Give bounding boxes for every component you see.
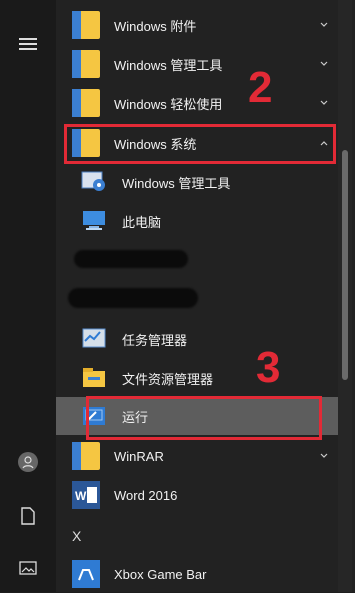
list-item-label: 此电脑	[122, 214, 162, 230]
list-item-windows-admin-tools[interactable]: Windows 管理工具	[56, 45, 338, 83]
chevron-down-icon	[320, 61, 328, 66]
list-item-label: Xbox Game Bar	[114, 566, 207, 582]
app-list: Windows 附件 Windows 管理工具 Windows 轻松使用 Win…	[56, 0, 355, 592]
redacted-item	[68, 288, 198, 308]
list-item-label: WinRAR	[114, 448, 164, 464]
list-item-label: Word 2016	[114, 487, 178, 503]
list-item-task-manager[interactable]: 任务管理器	[56, 320, 338, 358]
task-manager-icon	[82, 328, 106, 348]
list-item-windows-ease-of-access[interactable]: Windows 轻松使用	[56, 84, 338, 122]
step-number-2: 2	[248, 63, 273, 112]
folder-icon	[72, 50, 100, 78]
list-item-xbox-game-bar[interactable]: Xbox Game Bar	[56, 555, 338, 593]
list-item-file-explorer[interactable]: 文件资源管理器	[56, 359, 338, 397]
start-rail	[0, 0, 56, 592]
admin-tools-icon	[81, 171, 105, 191]
list-item-label: Windows 附件	[114, 18, 197, 34]
chevron-down-icon	[320, 453, 328, 458]
hamburger-menu-icon[interactable]	[0, 24, 56, 64]
list-item-label: Windows 管理工具	[122, 175, 231, 191]
list-item-this-pc[interactable]: 此电脑	[56, 202, 338, 240]
list-item-label: Windows 轻松使用	[114, 96, 223, 112]
svg-text:W: W	[75, 489, 87, 503]
list-item-label: Windows 管理工具	[114, 57, 223, 73]
computer-icon	[83, 211, 105, 230]
list-item-word[interactable]: W Word 2016	[56, 476, 338, 514]
list-item-admin-tools-app[interactable]: Windows 管理工具	[56, 163, 338, 201]
highlight-box-step2	[64, 124, 336, 164]
document-icon[interactable]	[0, 496, 56, 536]
pictures-icon[interactable]	[0, 548, 56, 588]
folder-icon	[72, 442, 100, 470]
section-header-x[interactable]: X	[72, 528, 81, 544]
xbox-game-bar-icon	[72, 560, 100, 588]
scrollbar[interactable]	[338, 0, 352, 592]
user-icon[interactable]	[0, 442, 56, 482]
file-explorer-icon	[83, 368, 105, 387]
chevron-down-icon	[320, 100, 328, 105]
step-number-3: 3	[256, 343, 281, 392]
list-item-windows-accessories[interactable]: Windows 附件	[56, 6, 338, 44]
word-icon: W	[72, 481, 100, 509]
highlight-box-step3	[86, 396, 322, 440]
redacted-item	[74, 250, 188, 268]
chevron-down-icon	[320, 22, 328, 27]
folder-icon	[72, 89, 100, 117]
scrollbar-thumb[interactable]	[342, 150, 348, 380]
list-item-label: 任务管理器	[122, 332, 188, 348]
folder-icon	[72, 11, 100, 39]
list-item-winrar[interactable]: WinRAR	[56, 437, 338, 475]
list-item-label: 文件资源管理器	[122, 371, 214, 387]
